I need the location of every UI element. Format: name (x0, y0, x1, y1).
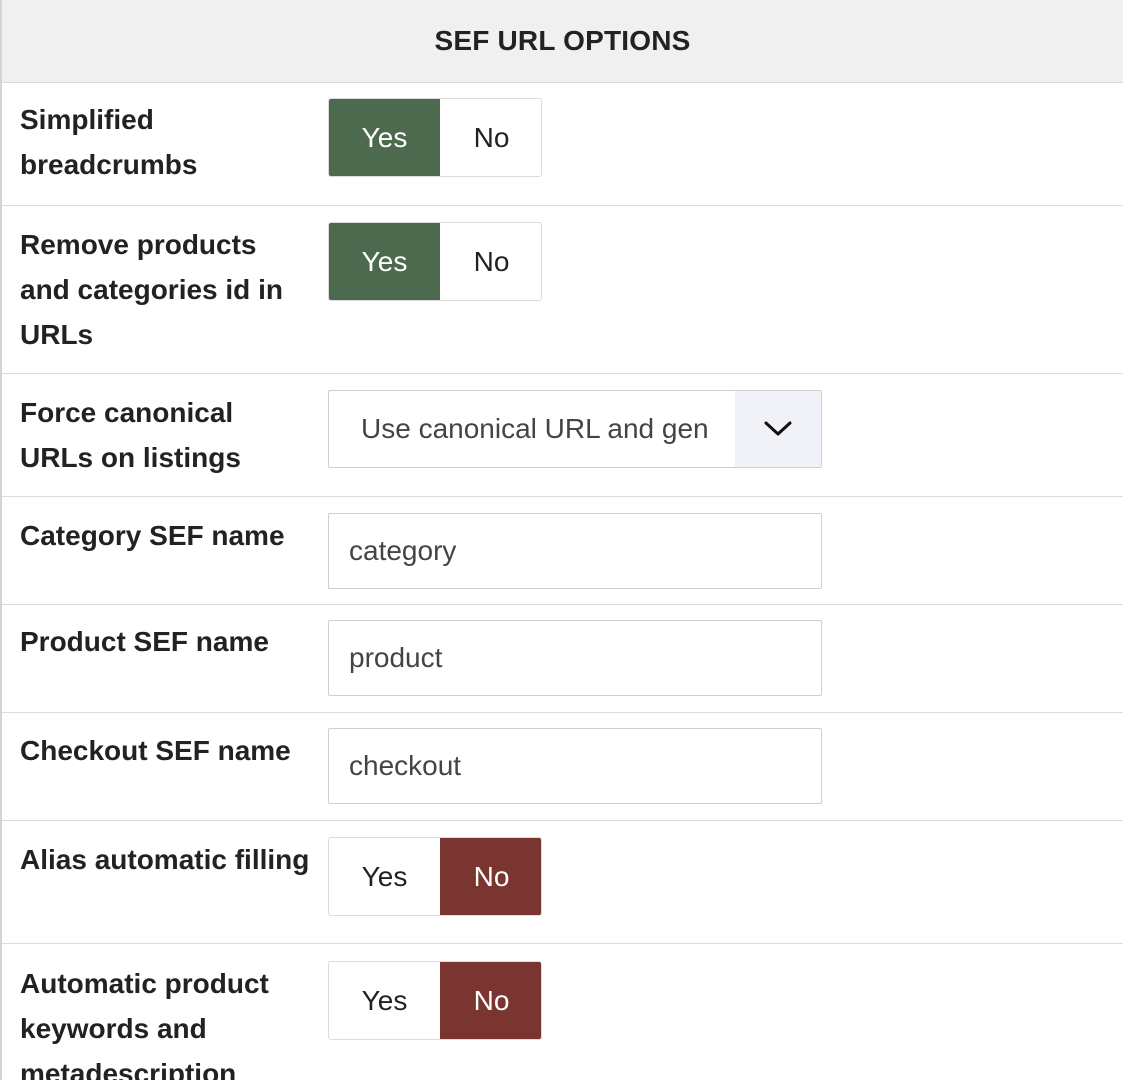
remove-ids-yes-button[interactable]: Yes (329, 223, 440, 300)
row-checkout-sef: Checkout SEF name (2, 712, 1123, 820)
row-force-canonical: Force canonical URLs on listings Use can… (2, 373, 1123, 496)
auto-keywords-toggle[interactable]: Yes No (328, 961, 542, 1040)
row-simplified-breadcrumbs: Simplified breadcrumbs Yes No (2, 82, 1123, 205)
auto-keywords-label: Automatic product keywords and metadescr… (20, 968, 269, 1080)
row-category-sef: Category SEF name (2, 496, 1123, 604)
auto-keywords-yes-button[interactable]: Yes (329, 962, 440, 1039)
force-canonical-selected-value: Use canonical URL and gen (361, 413, 709, 444)
remove-ids-label: Remove products and categories id in URL… (20, 229, 283, 350)
product-sef-label: Product SEF name (20, 626, 269, 657)
checkout-sef-label: Checkout SEF name (20, 735, 291, 766)
simplified-breadcrumbs-label: Simplified breadcrumbs (20, 104, 198, 180)
alias-filling-toggle[interactable]: Yes No (328, 837, 542, 916)
row-alias-filling: Alias automatic filling Yes No (2, 820, 1123, 943)
row-remove-ids: Remove products and categories id in URL… (2, 205, 1123, 373)
category-sef-input[interactable] (328, 513, 822, 589)
product-sef-input[interactable] (328, 620, 822, 696)
alias-filling-label: Alias automatic filling (20, 844, 310, 875)
row-product-sef: Product SEF name (2, 604, 1123, 712)
simplified-breadcrumbs-no-button[interactable]: No (440, 99, 541, 176)
chevron-down-icon[interactable] (735, 391, 821, 467)
force-canonical-select[interactable]: Use canonical URL and gen (328, 390, 822, 468)
checkout-sef-input[interactable] (328, 728, 822, 804)
remove-ids-no-button[interactable]: No (440, 223, 541, 300)
auto-keywords-no-button[interactable]: No (440, 962, 541, 1039)
simplified-breadcrumbs-yes-button[interactable]: Yes (329, 99, 440, 176)
alias-filling-no-button[interactable]: No (440, 838, 541, 915)
panel-title: SEF URL OPTIONS (2, 0, 1123, 82)
alias-filling-yes-button[interactable]: Yes (329, 838, 440, 915)
row-auto-keywords: Automatic product keywords and metadescr… (2, 943, 1123, 1080)
sef-url-options-panel: SEF URL OPTIONS Simplified breadcrumbs Y… (0, 0, 1123, 1080)
category-sef-label: Category SEF name (20, 520, 285, 551)
simplified-breadcrumbs-toggle[interactable]: Yes No (328, 98, 542, 177)
force-canonical-label: Force canonical URLs on listings (20, 397, 241, 473)
remove-ids-toggle[interactable]: Yes No (328, 222, 542, 301)
